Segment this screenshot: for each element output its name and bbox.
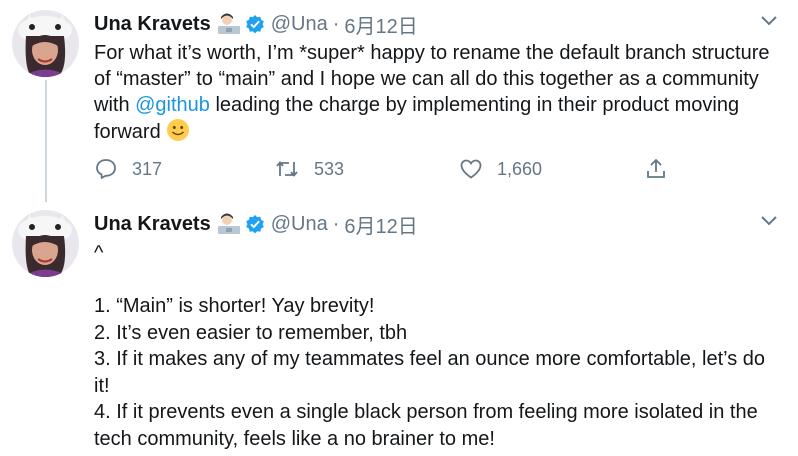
- share-button[interactable]: [644, 157, 668, 181]
- tweet-actions: 317 533 1,660: [94, 157, 684, 185]
- author-name[interactable]: Una Kravets: [94, 213, 211, 236]
- reply-icon: [94, 157, 118, 181]
- chevron-down-icon[interactable]: [760, 214, 778, 232]
- tweet-date[interactable]: 6月12日: [344, 210, 417, 239]
- tweet-header: Una Kravets @Una · 6月12日: [94, 210, 418, 239]
- retweet-count: 533: [314, 158, 345, 179]
- technologist-emoji-icon: [217, 13, 241, 35]
- chevron-down-icon[interactable]: [760, 14, 778, 32]
- separator-dot: ·: [332, 12, 340, 35]
- tweet-text: For what it’s worth, I’m *super* happy t…: [94, 40, 778, 149]
- verified-badge-icon: [245, 14, 265, 34]
- author-handle[interactable]: @Una: [271, 13, 328, 36]
- heart-icon: [459, 157, 483, 181]
- separator-dot: ·: [332, 212, 340, 235]
- tweet-text: ^ 1. “Main” is shorter! Yay brevity! 2. …: [94, 242, 766, 450]
- thread-connector-line: [45, 80, 47, 202]
- author-handle[interactable]: @Una: [271, 213, 328, 236]
- avatar[interactable]: [12, 210, 79, 277]
- author-name[interactable]: Una Kravets: [94, 13, 211, 36]
- verified-badge-icon: [245, 214, 265, 234]
- technologist-emoji-icon: [217, 213, 241, 235]
- tweet[interactable]: Una Kravets @Una · 6月12日 ^ 1. “Main” is …: [0, 200, 798, 456]
- share-icon: [644, 157, 668, 181]
- mention-link[interactable]: @github: [135, 94, 210, 116]
- tweet[interactable]: Una Kravets @Una · 6月12日 For what it’s w…: [0, 0, 798, 202]
- tweet-date[interactable]: 6月12日: [344, 10, 417, 39]
- like-button[interactable]: 1,660: [459, 157, 542, 181]
- avatar[interactable]: [12, 10, 79, 77]
- reply-count: 317: [132, 158, 163, 179]
- tweet-header: Una Kravets @Una · 6月12日: [94, 10, 418, 39]
- retweet-button[interactable]: 533: [274, 157, 344, 181]
- like-count: 1,660: [497, 158, 543, 179]
- retweet-icon: [274, 157, 300, 181]
- reply-button[interactable]: 317: [94, 157, 162, 181]
- smile-emoji-icon: [166, 118, 190, 149]
